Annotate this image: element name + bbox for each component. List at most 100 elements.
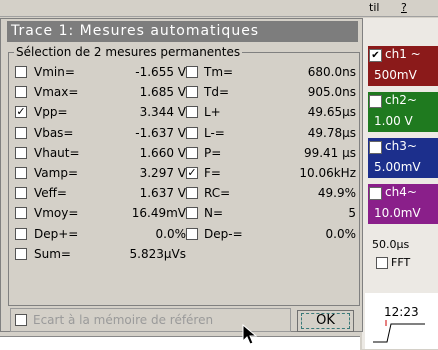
channel-4-name: ch4~ <box>385 185 417 199</box>
measure-left-2-value: 3.344 V <box>139 105 186 120</box>
measure-right-0-checkbox[interactable] <box>186 66 198 78</box>
clock-display: 12:23 <box>384 305 419 319</box>
measure-row: Vamp= 3.297 V ✓ F= 10.06kHz <box>9 164 361 184</box>
measure-left-9-label: Sum= <box>34 246 71 261</box>
measure-left-6-label: Veff= <box>34 186 67 201</box>
measure-row: Vmax= 1.685 V Td= 905.0ns <box>9 83 361 103</box>
fft-toggle[interactable]: FFT <box>376 256 410 269</box>
channel-3-button[interactable]: ch3~ 5.00mV <box>368 138 438 178</box>
measure-left-2-checkbox[interactable]: ✓ <box>15 106 27 119</box>
channel-4-button[interactable]: ch4~ 10.0mV <box>368 184 438 224</box>
measure-right-4-label: P= <box>204 145 222 160</box>
measure-right-3-checkbox[interactable] <box>186 126 198 139</box>
measure-right-5-label: F= <box>204 166 221 180</box>
menu-item-outil[interactable]: til <box>369 1 379 14</box>
channel-3-name: ch3~ <box>385 139 417 153</box>
channel-1-voltdiv: 500mV <box>374 68 417 82</box>
measure-right-1-checkbox[interactable] <box>186 86 198 99</box>
measure-left-6-value: 1.637 V <box>139 186 186 201</box>
measure-left-8-checkbox[interactable] <box>15 227 27 240</box>
measure-right-1-label: Td= <box>204 85 230 100</box>
measure-left-7-value: 16.49mV <box>131 206 186 221</box>
measure-row: ✓ Vpp= 3.344 V L+ 49.65μs <box>9 103 361 123</box>
measure-right-2-label: L+ <box>204 105 221 120</box>
measure-right-2-value: 49.65μs <box>307 105 356 120</box>
measure-left-3-value: -1.637 V <box>135 125 186 140</box>
measure-row: Veff= 1.637 V RC= 49.9% <box>9 184 361 204</box>
fft-label: FFT <box>391 256 411 269</box>
measures-group: Sélection de 2 mesures permanentes Vmin=… <box>8 45 361 306</box>
reference-memory-checkbox[interactable] <box>15 314 27 326</box>
measure-row: Dep+= 0.0% Dep-= 0.0% <box>9 225 361 245</box>
channel-3-voltdiv: 5.00mV <box>374 160 421 174</box>
measure-right-3-value: 49.78μs <box>307 125 356 140</box>
measure-row: Sum= 5.823μVs <box>9 245 361 265</box>
measure-row: Vmoy= 16.49mV N= 5 <box>9 204 361 224</box>
trigger-signal-icon <box>373 320 425 343</box>
group-label: Sélection de 2 mesures permanentes <box>14 45 243 59</box>
measure-left-9-checkbox[interactable] <box>15 247 27 260</box>
measure-right-5-value: 10.06kHz <box>299 166 356 180</box>
measure-right-0-label: Tm= <box>204 65 234 79</box>
channel-2-name: ch2~ <box>385 93 417 107</box>
measure-row: Vbas= -1.637 V L-= 49.78μs <box>9 124 361 144</box>
measure-left-6-checkbox[interactable] <box>15 187 27 200</box>
measure-right-7-value: 5 <box>348 206 356 221</box>
measure-right-3-label: L-= <box>204 125 225 140</box>
mouse-pointer-icon <box>242 324 258 345</box>
measure-left-5-checkbox[interactable] <box>15 167 27 179</box>
measure-left-9-value: 5.823μVs <box>129 246 186 261</box>
measure-right-6-label: RC= <box>204 186 231 201</box>
measure-right-6-checkbox[interactable] <box>186 187 198 200</box>
measure-left-4-checkbox[interactable] <box>15 146 27 159</box>
measure-right-0-value: 680.0ns <box>307 65 356 79</box>
measure-left-5-label: Vamp= <box>34 166 78 180</box>
channel-4-checkbox[interactable] <box>369 187 382 200</box>
channel-1-name: ch1 ~ <box>385 47 421 61</box>
measure-right-1-value: 905.0ns <box>307 85 356 100</box>
channel-2-voltdiv: 1.00 V <box>374 114 413 128</box>
measure-left-8-value: 0.0% <box>155 226 187 241</box>
measure-left-0-checkbox[interactable] <box>15 66 27 78</box>
channel-2-button[interactable]: ch2~ 1.00 V <box>368 92 438 132</box>
measure-left-7-checkbox[interactable] <box>15 207 27 220</box>
dialog-titlebar-extension <box>284 21 358 42</box>
measure-right-7-label: N= <box>204 206 224 221</box>
ok-button[interactable]: OK <box>297 310 354 332</box>
ok-label: OK <box>301 313 350 329</box>
measure-right-5-checkbox[interactable]: ✓ <box>186 167 198 179</box>
measure-right-2-checkbox[interactable] <box>186 106 198 119</box>
measure-left-5-value: 3.297 V <box>139 166 186 180</box>
menu-item-help[interactable]: ? <box>401 1 407 14</box>
measure-left-7-label: Vmoy= <box>34 206 79 221</box>
measure-right-8-label: Dep-= <box>204 226 243 241</box>
measure-right-8-checkbox[interactable] <box>186 227 198 240</box>
measure-right-4-checkbox[interactable] <box>186 146 198 159</box>
measure-left-0-value: -1.655 V <box>135 65 186 79</box>
measure-left-1-checkbox[interactable] <box>15 86 27 99</box>
reference-memory-label: Ecart à la mémoire de référen <box>33 313 214 327</box>
horizontal-scrollbar[interactable] <box>0 336 360 350</box>
measure-left-8-label: Dep+= <box>34 226 79 241</box>
channel-2-checkbox[interactable] <box>369 95 382 108</box>
measure-left-1-label: Vmax= <box>34 85 79 100</box>
dialog-title: Trace 1: Mesures automatiques <box>7 21 284 42</box>
measure-right-4-value: 99.41 μs <box>303 145 356 160</box>
measure-row: Vhaut= 1.660 V P= 99.41 μs <box>9 144 361 164</box>
measure-right-7-checkbox[interactable] <box>186 207 198 220</box>
app-menubar: til ? <box>0 0 438 17</box>
fft-checkbox[interactable] <box>376 257 388 269</box>
measure-left-3-label: Vbas= <box>34 125 74 140</box>
channel-3-checkbox[interactable] <box>369 141 382 154</box>
measure-left-3-checkbox[interactable] <box>15 126 27 139</box>
measure-row: Vmin= -1.655 V Tm= 680.0ns <box>9 63 361 83</box>
measure-right-8-value: 0.0% <box>325 226 357 241</box>
measure-left-2-label: Vpp= <box>34 105 68 120</box>
channel-1-checkbox[interactable]: ✔ <box>369 49 382 62</box>
measure-left-4-label: Vhaut= <box>34 145 80 160</box>
measure-left-0-label: Vmin= <box>34 65 75 79</box>
channel-1-button[interactable]: ✔ ch1 ~ 500mV <box>368 46 438 86</box>
auto-measures-dialog: Trace 1: Mesures automatiques Sélection … <box>0 18 363 345</box>
measure-right-6-value: 49.9% <box>317 186 356 201</box>
measure-left-4-value: 1.660 V <box>139 145 186 160</box>
